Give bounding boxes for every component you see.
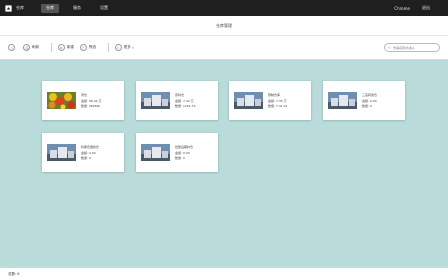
building-photo-icon bbox=[328, 92, 357, 109]
card-title: 三宫转卖仓 bbox=[362, 92, 378, 97]
flower-photo-icon bbox=[47, 92, 76, 109]
add-label: 新建 bbox=[66, 45, 74, 49]
card-info: 预制仓库 金额: 7.35 万 数量: 7.41 k4 bbox=[268, 93, 287, 108]
filter-button[interactable]: 筛选 bbox=[79, 44, 97, 51]
toolbar-divider bbox=[108, 43, 109, 52]
status-bar: 总数: 6 bbox=[0, 267, 448, 280]
card-title: 原料仓 bbox=[175, 92, 185, 97]
minus-icon bbox=[114, 44, 122, 51]
card-info: 周仓 金额: 96.44 万 数量: 28264k bbox=[81, 93, 102, 108]
page-header: 仓库管理 bbox=[0, 16, 448, 36]
page-title: 仓库管理 bbox=[216, 22, 232, 28]
add-button[interactable]: 新建 bbox=[57, 44, 74, 51]
more-button[interactable]: 更多 ▾ bbox=[114, 44, 134, 51]
warehouse-card[interactable]: 原料仓 金额: 7.44 万 数量: 1261.79 bbox=[136, 81, 218, 120]
building-photo-icon bbox=[234, 92, 263, 109]
card-info: 原料仓 金额: 7.44 万 数量: 1261.79 bbox=[175, 93, 195, 108]
more-label: 更多 bbox=[123, 45, 131, 49]
app-logo-icon[interactable] bbox=[5, 4, 12, 12]
search-icon bbox=[388, 46, 391, 49]
chevron-left-icon bbox=[8, 44, 15, 51]
card-info: 三宫转卖仓 金额: 0.00 数量: 0 bbox=[362, 93, 377, 108]
chevron-down-icon: ▾ bbox=[132, 45, 134, 50]
card-quantity: 数量: 7.41 k4 bbox=[268, 103, 288, 108]
card-title: 批量后期料仓 bbox=[175, 144, 194, 149]
brand-label[interactable]: 仓库 bbox=[16, 5, 24, 11]
card-quantity: 数量: 0 bbox=[81, 155, 91, 160]
filter-label: 筛选 bbox=[88, 45, 97, 49]
search-input[interactable] bbox=[393, 45, 439, 50]
user-area: Chrome 退出 bbox=[382, 5, 430, 11]
back-button[interactable] bbox=[8, 44, 17, 51]
building-photo-icon bbox=[141, 92, 170, 109]
warehouse-card[interactable]: 批量后期料仓 金额: 0.00 数量: 0 bbox=[136, 133, 218, 172]
refresh-label: 刷新 bbox=[32, 45, 40, 49]
card-quantity: 数量: 0 bbox=[362, 103, 372, 108]
main-nav: 仓库 服务 设置 bbox=[41, 3, 122, 13]
building-photo-icon bbox=[47, 144, 76, 161]
nav-tab-warehouse[interactable]: 仓库 bbox=[41, 3, 59, 13]
card-quantity: 数量: 0 bbox=[175, 155, 185, 160]
card-title: 周仓 bbox=[81, 92, 88, 97]
warehouse-card[interactable]: 周仓 金额: 96.44 万 数量: 28264k bbox=[42, 81, 124, 120]
nav-tab-service[interactable]: 服务 bbox=[68, 4, 86, 13]
total-count: 总数: 6 bbox=[8, 271, 20, 276]
card-quantity: 数量: 28264k bbox=[81, 103, 101, 108]
user-name[interactable]: Chrome bbox=[394, 6, 410, 11]
card-info: 批量后期料仓 金额: 0.00 数量: 0 bbox=[175, 145, 193, 160]
logout-link[interactable]: 退出 bbox=[422, 5, 430, 11]
search-box[interactable] bbox=[384, 43, 440, 52]
card-title: 料果仓废新仓 bbox=[81, 144, 100, 149]
building-photo-icon bbox=[141, 144, 170, 161]
help-icon bbox=[79, 44, 87, 51]
plus-icon bbox=[57, 44, 65, 51]
toolbar-divider bbox=[51, 43, 52, 52]
card-info: 料果仓废新仓 金额: 0.00 数量: 0 bbox=[81, 145, 99, 160]
top-navigation-bar: 仓库 仓库 服务 设置 Chrome 退出 bbox=[0, 0, 448, 16]
toolbar: 刷新 新建 筛选 更多 ▾ bbox=[0, 36, 448, 60]
warehouse-card[interactable]: 预制仓库 金额: 7.35 万 数量: 7.41 k4 bbox=[229, 81, 311, 120]
refresh-button[interactable]: 刷新 bbox=[23, 44, 39, 51]
card-quantity: 数量: 1261.79 bbox=[175, 103, 196, 108]
warehouse-card[interactable]: 三宫转卖仓 金额: 0.00 数量: 0 bbox=[323, 81, 405, 120]
warehouse-card[interactable]: 料果仓废新仓 金额: 0.00 数量: 0 bbox=[42, 133, 124, 172]
card-title: 预制仓库 bbox=[268, 92, 281, 97]
refresh-icon bbox=[23, 44, 30, 51]
nav-tab-settings[interactable]: 设置 bbox=[95, 4, 113, 13]
